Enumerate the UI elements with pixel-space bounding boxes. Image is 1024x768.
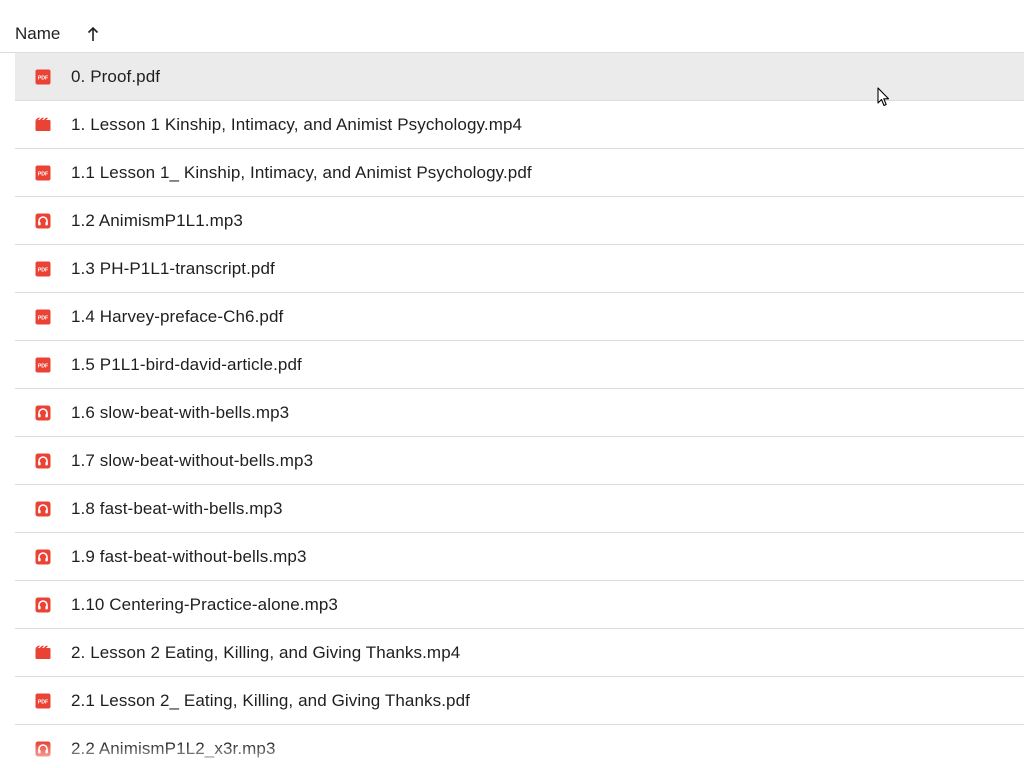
- file-name: 2.1 Lesson 2_ Eating, Killing, and Givin…: [71, 690, 470, 710]
- mouse-pointer-icon: [877, 87, 891, 107]
- audio-icon: [35, 213, 51, 229]
- file-row[interactable]: 2. Lesson 2 Eating, Killing, and Giving …: [15, 629, 1024, 677]
- file-row[interactable]: PDF 1.4 Harvey-preface-Ch6.pdf: [15, 293, 1024, 341]
- pdf-icon: PDF: [35, 309, 51, 325]
- list-header: Name: [0, 0, 1024, 53]
- arrow-up-icon[interactable]: [86, 26, 100, 42]
- pdf-icon: PDF: [35, 165, 51, 181]
- pdf-icon: PDF: [35, 357, 51, 373]
- name-column-label: Name: [15, 24, 61, 43]
- audio-icon: [35, 405, 51, 421]
- file-name: 1.7 slow-beat-without-bells.mp3: [71, 450, 314, 470]
- file-name: 1.10 Centering-Practice-alone.mp3: [71, 594, 338, 614]
- pdf-icon: PDF: [35, 69, 51, 85]
- file-name: 1.5 P1L1-bird-david-article.pdf: [71, 354, 302, 374]
- name-column-header[interactable]: Name: [15, 19, 100, 49]
- audio-icon: [35, 741, 51, 757]
- svg-text:PDF: PDF: [38, 267, 48, 273]
- file-name: 1.6 slow-beat-with-bells.mp3: [71, 402, 290, 422]
- file-row[interactable]: 1.6 slow-beat-with-bells.mp3: [15, 389, 1024, 437]
- file-name: 1.8 fast-beat-with-bells.mp3: [71, 498, 283, 518]
- file-name: 1.3 PH-P1L1-transcript.pdf: [71, 258, 275, 278]
- file-name: 1.2 AnimismP1L1.mp3: [71, 210, 243, 230]
- audio-icon: [35, 549, 51, 565]
- file-row[interactable]: 1.2 AnimismP1L1.mp3: [15, 197, 1024, 245]
- file-row[interactable]: 1.10 Centering-Practice-alone.mp3: [15, 581, 1024, 629]
- video-icon: [35, 117, 51, 133]
- svg-text:PDF: PDF: [38, 171, 48, 177]
- video-icon: [35, 645, 51, 661]
- audio-icon: [35, 453, 51, 469]
- svg-text:PDF: PDF: [38, 699, 48, 705]
- svg-text:PDF: PDF: [38, 75, 48, 81]
- audio-icon: [35, 501, 51, 517]
- file-row[interactable]: 1.8 fast-beat-with-bells.mp3: [15, 485, 1024, 533]
- file-row[interactable]: PDF 1.3 PH-P1L1-transcript.pdf: [15, 245, 1024, 293]
- pdf-icon: PDF: [35, 693, 51, 709]
- file-row[interactable]: 2.2 AnimismP1L2_x3r.mp3: [15, 725, 1024, 768]
- svg-text:PDF: PDF: [38, 363, 48, 369]
- file-row[interactable]: 1. Lesson 1 Kinship, Intimacy, and Animi…: [15, 101, 1024, 149]
- file-name: 2.2 AnimismP1L2_x3r.mp3: [71, 738, 276, 758]
- file-name: 0. Proof.pdf: [71, 66, 161, 86]
- svg-text:PDF: PDF: [38, 315, 48, 321]
- file-row[interactable]: 1.9 fast-beat-without-bells.mp3: [15, 533, 1024, 581]
- file-list-view: Name PDF 0. Proof.pdf 1. Lesson 1 Kinship,…: [0, 0, 1024, 768]
- file-row[interactable]: PDF 0. Proof.pdf: [15, 53, 1024, 101]
- file-name: 1.4 Harvey-preface-Ch6.pdf: [71, 306, 284, 326]
- file-row[interactable]: PDF 1.5 P1L1-bird-david-article.pdf: [15, 341, 1024, 389]
- audio-icon: [35, 597, 51, 613]
- file-row[interactable]: PDF 1.1 Lesson 1_ Kinship, Intimacy, and …: [15, 149, 1024, 197]
- file-row[interactable]: 1.7 slow-beat-without-bells.mp3: [15, 437, 1024, 485]
- pdf-icon: PDF: [35, 261, 51, 277]
- file-name: 1.1 Lesson 1_ Kinship, Intimacy, and Ani…: [71, 162, 532, 182]
- file-list: PDF 0. Proof.pdf 1. Lesson 1 Kinship, Inti…: [15, 53, 1024, 768]
- file-name: 1. Lesson 1 Kinship, Intimacy, and Animi…: [71, 114, 523, 134]
- file-row[interactable]: PDF 2.1 Lesson 2_ Eating, Killing, and Gi…: [15, 677, 1024, 725]
- file-name: 2. Lesson 2 Eating, Killing, and Giving …: [71, 642, 461, 662]
- file-name: 1.9 fast-beat-without-bells.mp3: [71, 546, 307, 566]
